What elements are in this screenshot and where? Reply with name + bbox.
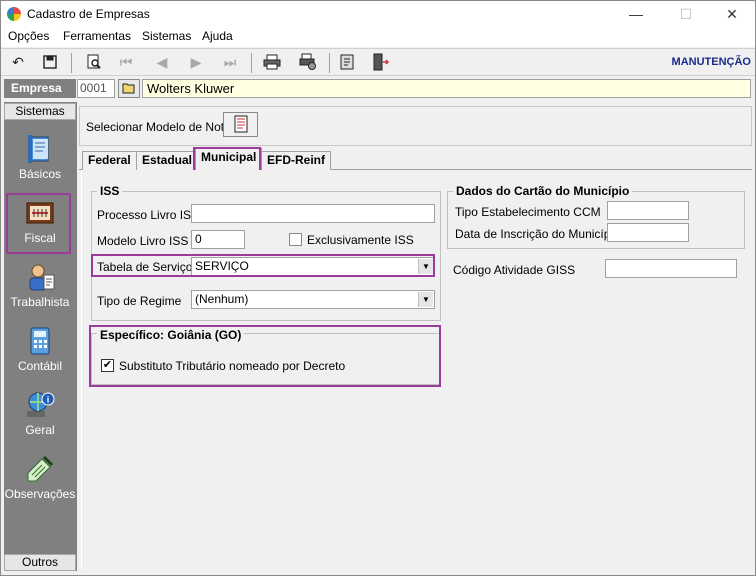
title-bar: Cadastro de Empresas — ☐ ✕ [1, 1, 755, 27]
minimize-button[interactable]: — [613, 1, 659, 27]
toolbar-separator [251, 53, 252, 73]
inscricao-field[interactable] [607, 223, 689, 242]
menu-opcoes[interactable]: Opções [8, 29, 49, 43]
previous-record-icon[interactable]: ◀ [151, 52, 173, 72]
exclusivamente-label: Exclusivamente ISS [307, 233, 414, 247]
giss-label: Código Atividade GISS [453, 263, 576, 277]
menu-ferramentas[interactable]: Ferramentas [63, 29, 131, 43]
application-window: Cadastro de Empresas — ☐ ✕ Opções Ferram… [0, 0, 756, 576]
fiscal-highlight [6, 193, 71, 254]
open-folder-button[interactable] [118, 79, 140, 98]
save-icon[interactable] [39, 52, 61, 72]
globe-info-icon: i [27, 392, 55, 417]
tab-estadual[interactable]: Estadual [136, 151, 199, 170]
folder-icon [122, 83, 135, 94]
modelo-livro-label: Modelo Livro ISS [97, 234, 189, 248]
document-list-icon [234, 115, 247, 133]
chevron-down-icon[interactable]: ▼ [418, 292, 433, 307]
preview-icon[interactable] [83, 52, 105, 72]
sidebar-item-basicos[interactable]: Básicos [4, 129, 76, 191]
sidebar-item-observacoes[interactable]: Observações [4, 449, 76, 511]
sidebar-item-geral[interactable]: i Geral [4, 385, 76, 447]
tab-federal[interactable]: Federal [82, 151, 137, 170]
tab-efd-reinf[interactable]: EFD-Reinf [261, 151, 331, 170]
sidebar-item-contabil[interactable]: Contábil [4, 321, 76, 383]
undo-icon[interactable]: ↶ [7, 52, 29, 72]
ccm-label: Tipo Estabelecimento CCM [455, 205, 601, 219]
ccm-field[interactable] [607, 201, 689, 220]
processo-label: Processo Livro ISS [97, 208, 200, 222]
calculator-icon [30, 327, 50, 355]
worker-icon [29, 264, 55, 291]
modelo-livro-field[interactable]: 0 [191, 230, 245, 249]
exclusivamente-checkbox[interactable] [289, 233, 302, 246]
sidebar-footer[interactable]: Outros [4, 554, 76, 571]
select-model-button[interactable] [223, 112, 258, 137]
empresa-name-field[interactable]: Wolters Kluwer [142, 79, 751, 98]
municipal-tab-highlight [193, 147, 261, 172]
menu-bar: Opções Ferramentas Sistemas Ajuda [1, 27, 755, 47]
sidebar-item-label: Geral [25, 423, 55, 437]
tipo-regime-select[interactable]: (Nenhum) ▼ [191, 290, 435, 309]
iss-group-title: ISS [97, 184, 123, 198]
inscricao-label: Data de Inscrição do Município [455, 227, 620, 241]
first-record-icon[interactable]: ⏮ [115, 52, 137, 72]
toolbar: ↶ ⏮ ◀ ▶ ⏭ MANUTENÇÃO [1, 48, 755, 76]
menu-sistemas[interactable]: Sistemas [142, 29, 191, 43]
empresa-code-field[interactable]: 0001 [77, 79, 115, 98]
sidebar-item-label: Trabalhista [10, 295, 70, 309]
last-record-icon[interactable]: ⏭ [219, 52, 241, 72]
especifico-highlight [89, 325, 441, 387]
toolbar-separator [71, 53, 72, 73]
cartao-group-title: Dados do Cartão do Município [453, 184, 633, 198]
modelo-label: Selecionar Modelo de Nota [86, 120, 231, 134]
tipo-regime-value: (Nenhum) [195, 292, 249, 306]
notepad-icon [27, 455, 54, 482]
tabela-servicos-highlight [91, 254, 435, 277]
giss-field[interactable] [605, 259, 737, 278]
tool-icon[interactable] [337, 52, 359, 72]
sidebar-item-label: Observações [4, 487, 76, 501]
exit-icon[interactable] [369, 52, 391, 72]
menu-ajuda[interactable]: Ajuda [202, 29, 233, 43]
book-icon [28, 135, 49, 163]
next-record-icon[interactable]: ▶ [185, 52, 207, 72]
processo-field[interactable] [191, 204, 435, 223]
tipo-regime-label: Tipo de Regime [97, 294, 182, 308]
sidebar-item-trabalhista[interactable]: Trabalhista [4, 257, 76, 319]
sidebar-item-label: Contábil [17, 359, 63, 373]
window-title: Cadastro de Empresas [27, 7, 150, 21]
empresa-label: Empresa [4, 79, 76, 98]
close-button[interactable]: ✕ [709, 1, 755, 27]
toolbar-separator [329, 53, 330, 73]
mode-label: MANUTENÇÃO [671, 56, 751, 68]
maximize-button[interactable]: ☐ [663, 1, 709, 27]
sidebar-header[interactable]: Sistemas [4, 103, 76, 120]
print-icon[interactable] [261, 52, 283, 72]
print-setup-icon[interactable] [297, 52, 319, 72]
app-icon [7, 7, 21, 21]
sidebar-item-label: Básicos [18, 167, 62, 181]
